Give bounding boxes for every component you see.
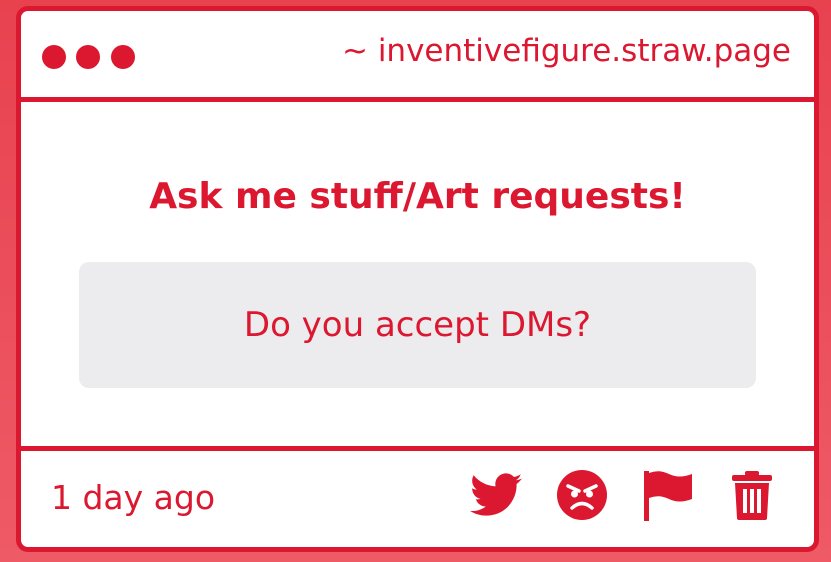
window-dot-3 <box>111 45 135 69</box>
twitter-bird-icon <box>470 473 522 516</box>
message-card: ~ inventivefigure.straw.page Ask me stuf… <box>16 6 819 552</box>
timestamp: 1 day ago <box>51 478 216 517</box>
report-button[interactable] <box>641 468 695 522</box>
flag-icon <box>644 471 692 521</box>
question-box: Do you accept DMs? <box>79 262 756 388</box>
card-footer: 1 day ago <box>21 446 814 547</box>
dislike-button[interactable] <box>555 468 609 522</box>
twitter-share-button[interactable] <box>469 468 523 522</box>
window-dot-2 <box>76 45 100 69</box>
angry-face-icon <box>557 470 607 520</box>
page-title: Ask me stuff/Art requests! <box>149 176 686 217</box>
question-text: Do you accept DMs? <box>243 305 592 345</box>
delete-button[interactable] <box>725 468 779 522</box>
page-url[interactable]: ~ inventivefigure.straw.page <box>342 33 791 69</box>
window-dot-1 <box>42 45 66 69</box>
window-titlebar: ~ inventivefigure.straw.page <box>21 11 814 102</box>
trash-icon <box>732 471 772 520</box>
